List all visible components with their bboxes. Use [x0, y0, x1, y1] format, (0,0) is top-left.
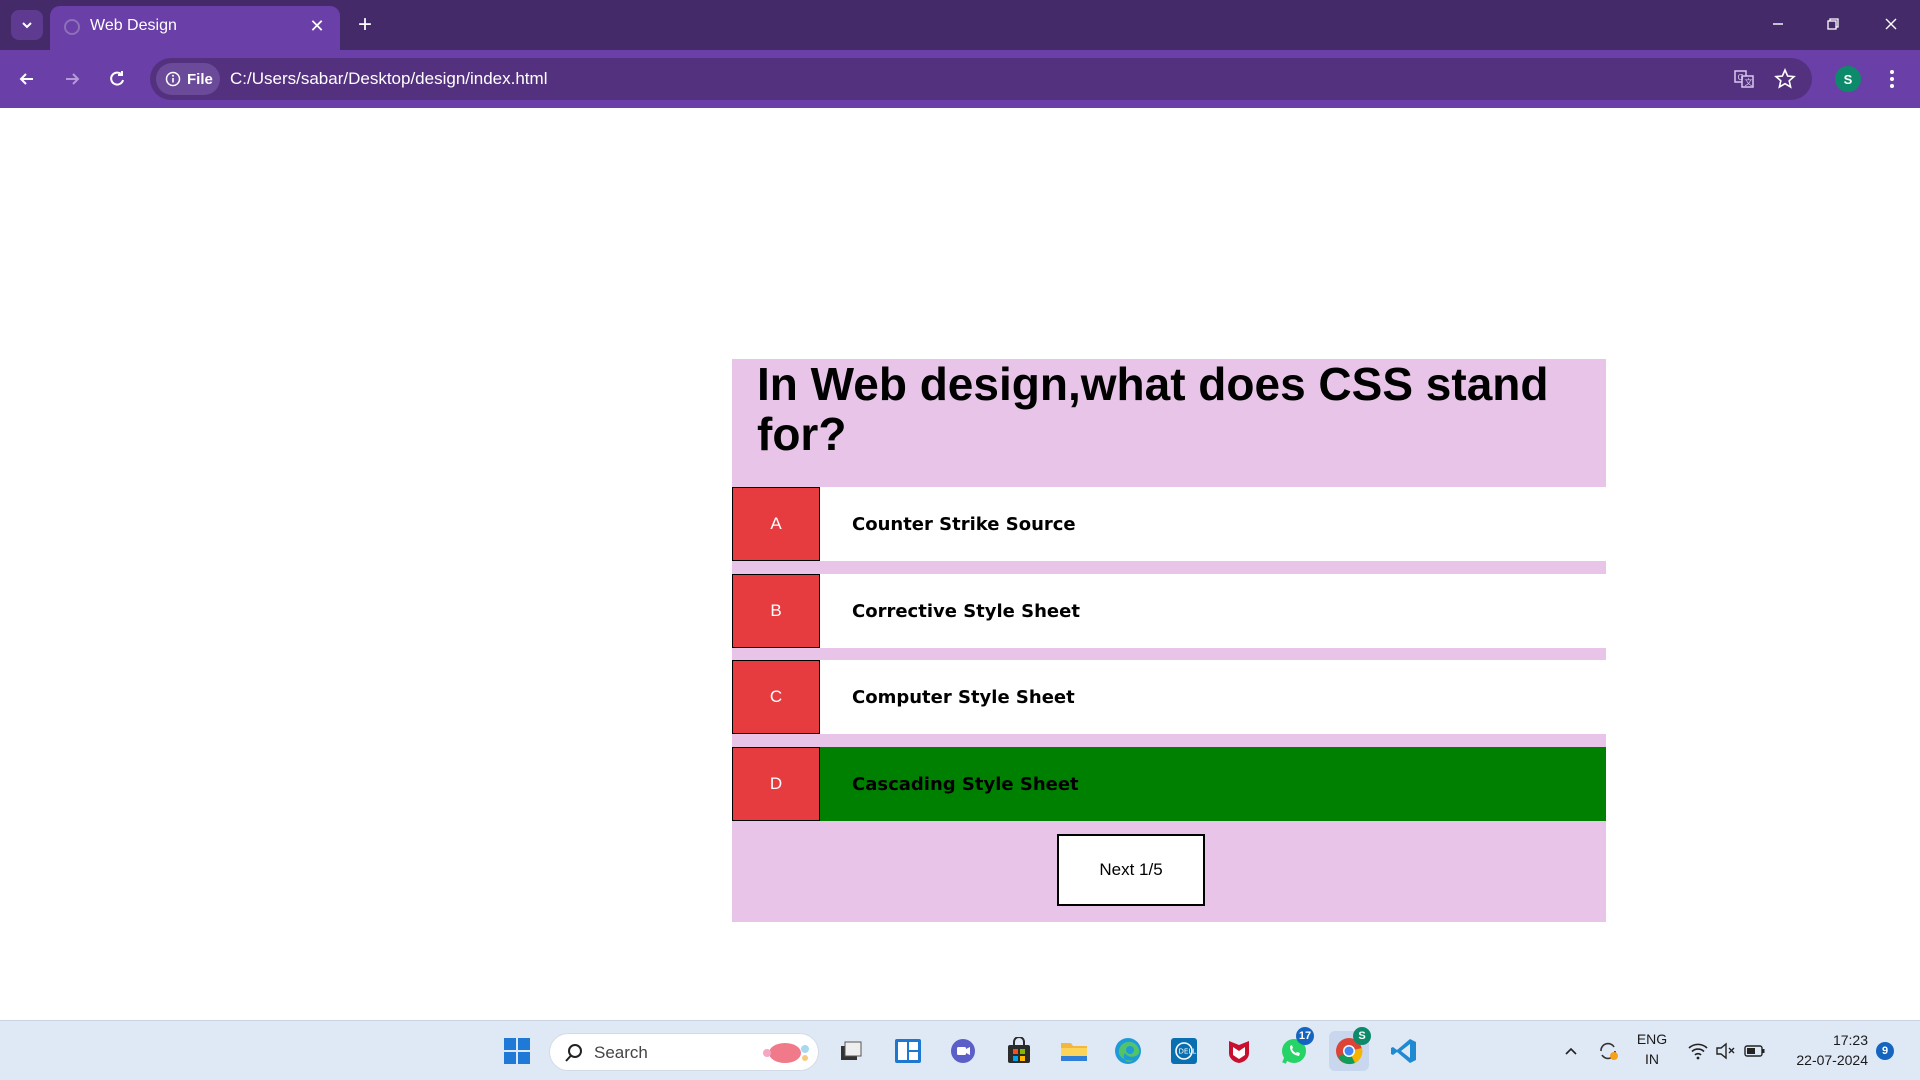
- answer-text: Computer Style Sheet: [852, 686, 1075, 708]
- clock-date[interactable]: 22-07-2024: [1786, 1052, 1868, 1068]
- svg-text:文: 文: [1745, 77, 1753, 87]
- microsoft-store-button[interactable]: [999, 1031, 1039, 1071]
- dell-app-button[interactable]: DELL: [1164, 1031, 1204, 1071]
- back-button[interactable]: [11, 63, 43, 95]
- new-tab-button[interactable]: +: [352, 10, 378, 40]
- answer-option-a[interactable]: A Counter Strike Source: [732, 487, 1606, 561]
- tab-web-design[interactable]: Web Design ✕: [50, 6, 340, 50]
- windows-logo-icon: [504, 1038, 530, 1064]
- vscode-button[interactable]: [1384, 1031, 1424, 1071]
- svg-text:DELL: DELL: [1179, 1048, 1197, 1056]
- url-text[interactable]: C:/Users/sabar/Desktop/design/index.html: [230, 69, 547, 89]
- file-explorer-button[interactable]: [1054, 1031, 1094, 1071]
- quiz-container: In Web design,what does CSS stand for? A…: [732, 359, 1606, 922]
- notification-count-badge[interactable]: 9: [1876, 1042, 1894, 1060]
- widgets-button[interactable]: [888, 1031, 928, 1071]
- browser-toolbar: File C:/Users/sabar/Desktop/design/index…: [0, 50, 1920, 108]
- volume-muted-icon: [1716, 1042, 1735, 1060]
- browser-tab-strip: Web Design ✕ +: [0, 0, 1920, 50]
- whatsapp-badge: 17: [1296, 1027, 1314, 1045]
- more-vertical-icon: [1890, 70, 1894, 88]
- language-line1[interactable]: ENG: [1634, 1031, 1670, 1047]
- close-icon: [1885, 18, 1897, 30]
- star-icon: [1774, 68, 1796, 89]
- show-hidden-icons-button[interactable]: [1558, 1031, 1584, 1071]
- next-button[interactable]: Next 1/5: [1057, 834, 1205, 906]
- answer-letter: D: [732, 747, 820, 821]
- bookmark-button[interactable]: [1773, 67, 1797, 91]
- task-view-button[interactable]: [831, 1031, 871, 1071]
- answer-text: Corrective Style Sheet: [852, 600, 1080, 622]
- chat-icon: [951, 1039, 975, 1063]
- arrow-left-icon: [19, 73, 33, 85]
- answer-option-d[interactable]: D Cascading Style Sheet: [732, 747, 1606, 821]
- answer-text: Counter Strike Source: [852, 513, 1076, 535]
- shield-icon: [1228, 1041, 1250, 1063]
- taskbar-search[interactable]: Search: [549, 1033, 819, 1071]
- answer-option-c[interactable]: C Computer Style Sheet: [732, 660, 1606, 734]
- mcafee-button[interactable]: [1219, 1031, 1259, 1071]
- plus-icon: +: [357, 11, 372, 38]
- chrome-profile-badge: S: [1353, 1027, 1371, 1045]
- start-button[interactable]: [497, 1031, 537, 1071]
- dell-icon: DELL: [1171, 1038, 1197, 1064]
- translate-icon: G文: [1734, 70, 1754, 88]
- question-heading: In Web design,what does CSS stand for?: [757, 358, 1549, 460]
- search-highlight-icon: [763, 1043, 809, 1063]
- close-tab-button[interactable]: ✕: [306, 15, 328, 37]
- language-line2[interactable]: IN: [1634, 1051, 1670, 1067]
- edge-browser-icon: [1115, 1038, 1141, 1064]
- globe-icon: [64, 19, 80, 35]
- forward-button[interactable]: [56, 63, 88, 95]
- answer-option-b[interactable]: B Corrective Style Sheet: [732, 574, 1606, 648]
- reload-button[interactable]: [101, 63, 133, 95]
- tab-title: Web Design: [90, 17, 177, 34]
- chevron-up-icon: [1565, 1047, 1577, 1055]
- site-info-button[interactable]: File: [156, 63, 220, 95]
- tab-search-button[interactable]: [11, 10, 43, 40]
- clock-time[interactable]: 17:23: [1786, 1032, 1868, 1048]
- taskbar: Search DELL 17 S ENG IN 17:23 22-07-2024…: [0, 1020, 1920, 1080]
- wifi-icon: [1688, 1043, 1708, 1060]
- chevron-down-icon: [22, 22, 32, 29]
- sync-status-button[interactable]: [1593, 1031, 1623, 1071]
- file-chip-label: File: [187, 70, 213, 88]
- close-window-button[interactable]: [1871, 8, 1911, 40]
- answer-letter: C: [732, 660, 820, 734]
- svg-text:G: G: [1738, 73, 1744, 82]
- minimize-button[interactable]: [1758, 8, 1798, 40]
- answer-text: Cascading Style Sheet: [852, 773, 1079, 795]
- restore-button[interactable]: [1813, 8, 1853, 40]
- browser-menu-button[interactable]: [1882, 64, 1902, 94]
- edge-button[interactable]: [1108, 1031, 1148, 1071]
- folder-icon: [1061, 1043, 1087, 1061]
- vscode-icon: [1391, 1039, 1416, 1063]
- chrome-button[interactable]: S: [1329, 1027, 1371, 1071]
- info-icon: [165, 71, 181, 87]
- sync-icon: [1600, 1042, 1618, 1060]
- profile-avatar[interactable]: S: [1835, 66, 1861, 92]
- teams-chat-button[interactable]: [943, 1031, 983, 1071]
- minimize-icon: [1773, 23, 1783, 25]
- search-icon: [565, 1044, 582, 1062]
- quick-settings-button[interactable]: [1682, 1031, 1772, 1071]
- search-label: Search: [594, 1043, 648, 1062]
- answer-letter: A: [732, 487, 820, 561]
- widgets-icon: [895, 1039, 921, 1063]
- reload-icon: [110, 71, 124, 86]
- address-bar[interactable]: File C:/Users/sabar/Desktop/design/index…: [150, 58, 1812, 100]
- arrow-right-icon: [66, 73, 80, 85]
- battery-icon: [1744, 1045, 1765, 1057]
- close-icon: ✕: [309, 15, 325, 36]
- task-view-icon: [841, 1041, 862, 1060]
- restore-icon: [1827, 18, 1839, 30]
- answer-letter: B: [732, 574, 820, 648]
- translate-button[interactable]: G文: [1732, 67, 1756, 91]
- whatsapp-button[interactable]: 17: [1274, 1027, 1314, 1071]
- store-icon: [1008, 1037, 1030, 1063]
